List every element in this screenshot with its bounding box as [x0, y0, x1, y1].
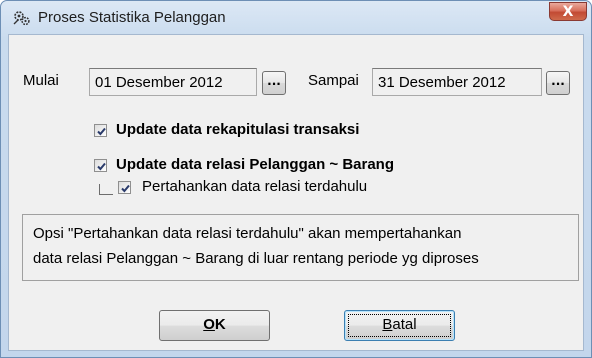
keep-checkbox[interactable]: [118, 181, 131, 194]
relasi-checkbox-label[interactable]: Update data relasi Pelanggan ~ Barang: [116, 156, 394, 173]
cancel-button[interactable]: Batal: [344, 310, 455, 341]
ok-button[interactable]: OK: [159, 310, 270, 341]
focus-rect: [348, 314, 451, 337]
ok-label-rest: K: [214, 316, 226, 333]
close-icon: X: [562, 3, 574, 20]
check-icon: [121, 184, 130, 193]
rekap-checkbox-label[interactable]: Update data rekapitulasi transaksi: [116, 121, 359, 138]
end-date-browse-button[interactable]: ...: [546, 71, 570, 95]
gears-icon: [13, 10, 31, 26]
relasi-checkbox[interactable]: [94, 159, 107, 172]
close-button[interactable]: X: [549, 2, 587, 21]
start-date-field[interactable]: 01 Desember 2012: [89, 68, 257, 96]
window-title: Proses Statistika Pelanggan: [38, 9, 226, 26]
start-date-label: Mulai: [23, 72, 59, 89]
info-note: Opsi "Pertahankan data relasi terdahulu"…: [22, 214, 579, 281]
check-icon: [97, 127, 106, 136]
title-bar[interactable]: Proses Statistika Pelanggan X: [1, 1, 591, 35]
dialog-window: Proses Statistika Pelanggan X Mulai 01 D…: [0, 0, 592, 358]
check-icon: [97, 162, 106, 171]
end-date-field[interactable]: 31 Desember 2012: [372, 68, 542, 96]
ok-hotkey: O: [203, 316, 215, 333]
keep-checkbox-label[interactable]: Pertahankan data relasi terdahulu: [142, 178, 367, 195]
info-note-line-1: Opsi "Pertahankan data relasi terdahulu"…: [33, 225, 462, 242]
end-date-label: Sampai: [308, 72, 359, 89]
tree-connector: [99, 184, 113, 195]
rekap-checkbox[interactable]: [94, 124, 107, 137]
info-note-line-2: data relasi Pelanggan ~ Barang di luar r…: [33, 250, 479, 267]
start-date-browse-button[interactable]: ...: [262, 71, 286, 95]
